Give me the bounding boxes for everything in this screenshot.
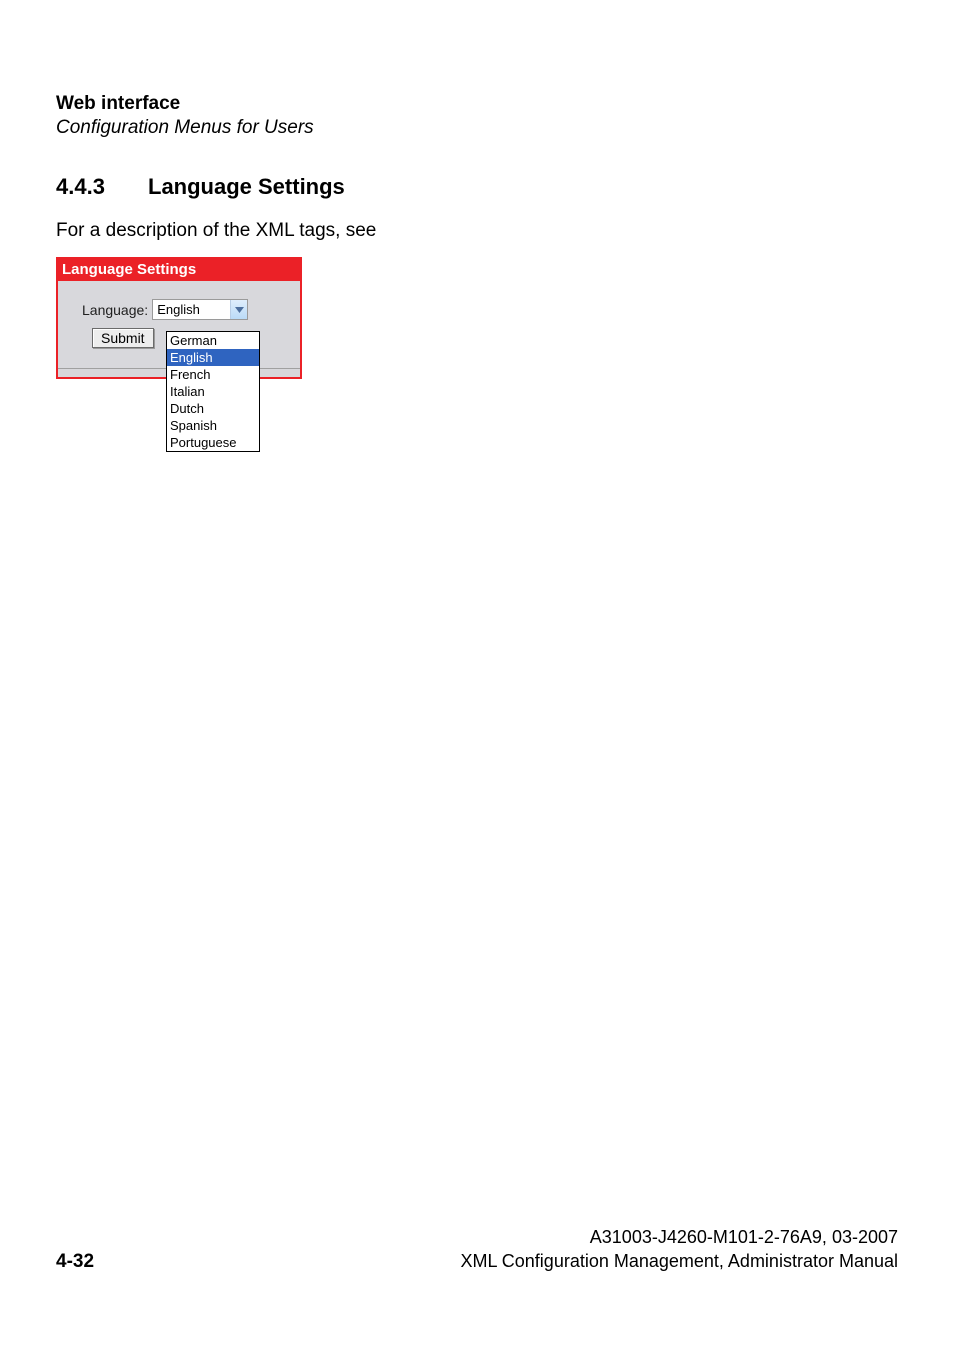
language-select-value: English xyxy=(157,302,200,317)
chevron-down-icon[interactable] xyxy=(230,300,247,319)
language-option[interactable]: Portuguese xyxy=(167,434,259,451)
language-option[interactable]: German xyxy=(167,332,259,349)
submit-button[interactable]: Submit xyxy=(92,328,154,348)
footer-doc-id: A31003-J4260-M101-2-76A9, 03-2007 xyxy=(56,1225,898,1249)
language-option[interactable]: French xyxy=(167,366,259,383)
language-option[interactable]: Dutch xyxy=(167,400,259,417)
language-option[interactable]: Italian xyxy=(167,383,259,400)
page-footer: A31003-J4260-M101-2-76A9, 03-2007 XML Co… xyxy=(56,1225,898,1273)
language-field-label: Language: xyxy=(68,302,148,318)
language-option[interactable]: Spanish xyxy=(167,417,259,434)
header-subtitle: Configuration Menus for Users xyxy=(56,116,314,140)
footer-page-number: 4-32 xyxy=(56,1251,94,1273)
section-heading: 4.4.3Language Settings xyxy=(56,174,345,200)
section-title: Language Settings xyxy=(148,174,345,199)
language-dropdown-list[interactable]: German English French Italian Dutch Span… xyxy=(166,331,260,452)
language-select[interactable]: English xyxy=(152,299,248,320)
section-description: For a description of the XML tags, see xyxy=(56,220,376,242)
header-title: Web interface xyxy=(56,92,314,116)
language-option[interactable]: English xyxy=(167,349,259,366)
section-number: 4.4.3 xyxy=(56,174,148,200)
panel-title: Language Settings xyxy=(58,259,300,281)
footer-doc-title: XML Configuration Management, Administra… xyxy=(56,1249,898,1273)
